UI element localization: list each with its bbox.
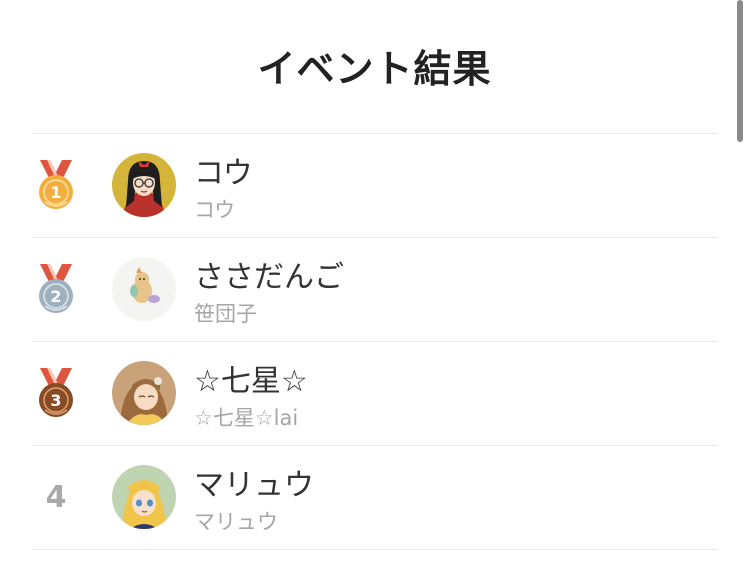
medal-rank-label: 2 — [50, 287, 61, 306]
medal-rank-label: 1 — [50, 183, 61, 202]
rank-cell: 3 — [32, 342, 80, 445]
ranking-list: 1 コウ コウ 2 ささだんご 笹団子 3 ☆七星☆ ☆七星☆lai 4 マリュ… — [32, 133, 718, 550]
user-subname: ☆七星☆lai — [194, 406, 299, 430]
ranking-row[interactable]: 4 マリュウ マリュウ — [32, 445, 718, 550]
bronze-medal-icon: 3 — [39, 367, 73, 417]
ranking-row[interactable]: 2 ささだんご 笹団子 — [32, 237, 718, 341]
avatar[interactable] — [112, 257, 176, 321]
user-subname: 笹団子 — [194, 302, 257, 326]
medal-rank-label: 3 — [50, 391, 61, 410]
user-name: ささだんご — [194, 260, 344, 295]
avatar[interactable] — [112, 361, 176, 425]
rank-cell: 4 — [32, 446, 80, 549]
avatar[interactable] — [112, 153, 176, 217]
user-name: コウ — [194, 156, 253, 191]
user-name: ☆七星☆ — [194, 364, 308, 399]
rank-number: 4 — [45, 480, 67, 515]
silver-medal-icon: 2 — [39, 263, 73, 313]
gold-medal-icon: 1 — [39, 159, 73, 209]
ranking-row[interactable]: 1 コウ コウ — [32, 133, 718, 237]
user-subname: コウ — [194, 198, 236, 222]
user-subname: マリュウ — [194, 510, 278, 534]
ranking-row[interactable]: 3 ☆七星☆ ☆七星☆lai — [32, 341, 718, 445]
user-name: マリュウ — [194, 468, 314, 503]
rank-cell: 1 — [32, 134, 80, 237]
rank-cell: 2 — [32, 238, 80, 341]
page-title: イベント結果 — [257, 47, 492, 91]
avatar[interactable] — [112, 465, 176, 529]
